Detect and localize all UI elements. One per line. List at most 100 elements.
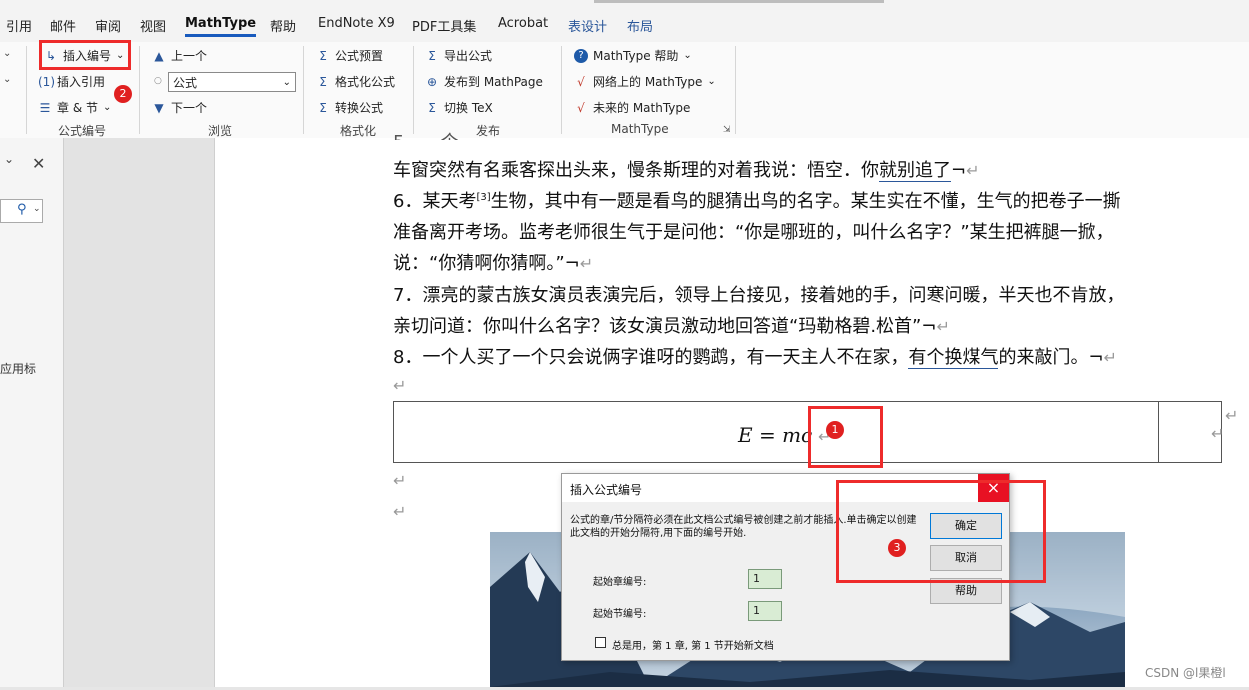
tab-review[interactable]: 审阅 — [95, 16, 121, 35]
next-label: 下一个 — [171, 101, 208, 115]
section-start-input[interactable]: 1 — [748, 601, 782, 621]
publish-mathpage-button[interactable]: ⊕ 发布到 MathPage — [425, 73, 543, 90]
chapter-section-label: 章 & 节 — [57, 101, 98, 115]
watermark: CSDN @l果橙l — [1145, 666, 1226, 680]
group-separator — [139, 46, 140, 134]
text-line: 准备离开考场。监考老师很生气于是问他：“你是哪班的，叫什么名字？”某生把裤腿一掀… — [393, 222, 1114, 243]
text-segment: 8．一个人买了一个只会说俩字谁呀的鹦鹉，有一天主人不在家， — [393, 347, 909, 368]
equation-preset-button[interactable]: Σ 公式预置 — [316, 47, 383, 64]
group-label-format: 格式化 — [340, 124, 377, 138]
close-icon[interactable]: ✕ — [32, 154, 45, 173]
tab-mathtype[interactable]: MathType — [185, 16, 257, 37]
tab-view[interactable]: 视图 — [140, 16, 166, 35]
group-separator — [735, 46, 736, 134]
paragraph-mark: ↵ — [1211, 424, 1225, 443]
toggle-tex-button[interactable]: Σ 切换 TeX — [425, 99, 493, 116]
mathtype-future-label: 未来的 MathType — [593, 101, 691, 115]
chevron-down-icon[interactable]: ⌄ — [3, 74, 11, 85]
equation-object[interactable]: E = mc — [738, 423, 812, 447]
mathtype-help-button[interactable]: ? MathType 帮助 ⌄ — [574, 47, 692, 64]
paragraph-mark: ↵ — [1103, 348, 1117, 367]
tab-pdf-tools[interactable]: PDF工具集 — [412, 16, 476, 35]
mathtype-web-icon: √ — [577, 74, 585, 89]
left-pane-partial-text: 应用标 — [0, 362, 37, 376]
mathtype-web-button[interactable]: √ 网络上的 MathType ⌄ — [574, 73, 716, 90]
format-equation-button[interactable]: Σ 格式化公式 — [316, 73, 395, 90]
dialog-title: 插入公式编号 — [570, 483, 643, 497]
tab-mailings[interactable]: 邮件 — [50, 16, 76, 35]
text-line: 说：“你猜啊你猜啊。”¬↵ — [393, 249, 593, 275]
chevron-down-icon[interactable]: ⌄ — [4, 152, 14, 166]
convert-equation-button[interactable]: Σ 转换公式 — [316, 99, 383, 116]
chapter-start-label: 起始章编号: — [593, 577, 647, 588]
step-badge-1: 1 — [826, 421, 844, 439]
chevron-down-icon: ⌄ — [33, 204, 41, 214]
previous-label: 上一个 — [171, 49, 208, 63]
group-separator — [26, 46, 27, 134]
chapter-section-button[interactable]: ☰ 章 & 节 ⌄ — [38, 99, 112, 116]
group-separator — [303, 46, 304, 134]
arrow-up-icon: ▲ — [154, 48, 164, 63]
format-equation-label: 格式化公式 — [335, 75, 396, 89]
text-line: 8．一个人买了一个只会说俩字谁呀的鹦鹉，有一天主人不在家，有个换煤气的来敲门。¬… — [393, 343, 1117, 369]
mathtype-help-label: MathType 帮助 — [593, 49, 679, 63]
equation-preset-label: 公式预置 — [335, 49, 384, 63]
sigma-icon: Σ — [319, 48, 327, 63]
insert-reference-icon: (1) — [38, 74, 55, 89]
always-use-checkbox[interactable] — [595, 637, 606, 648]
insert-reference-button[interactable]: (1) 插入引用 — [38, 73, 105, 90]
chapter-start-input[interactable]: 1 — [748, 569, 782, 589]
partial-text-line: 5．一个一一一一一一一一一一一一一一一一一一一一一一一 — [393, 128, 872, 140]
step-badge-3: 3 — [888, 539, 906, 557]
tab-references[interactable]: 引用 — [6, 16, 32, 35]
paragraph-mark: ↵ — [393, 376, 407, 395]
globe-icon: ⊕ — [426, 74, 438, 89]
text-segment: 说：“你猜啊你猜啊。”¬ — [393, 253, 580, 274]
sigma-icon: Σ — [319, 74, 327, 89]
browse-type-select[interactable]: 公式 ⌄ — [168, 72, 296, 92]
text-line: 车窗突然有名乘客探出头来，慢条斯理的对着我说：悟空．你就别追了¬↵ — [393, 156, 980, 182]
footnote-ref[interactable]: [3] — [476, 192, 490, 203]
chevron-down-icon: ⌄ — [707, 76, 716, 87]
tex-icon: Σ — [428, 100, 436, 115]
document-margin — [64, 138, 214, 687]
text-line: 亲切问道：你叫什么名字？该女演员激动地回答道“玛勒格碧.松首”¬↵ — [393, 312, 950, 338]
tab-endnote[interactable]: EndNote X9 — [318, 16, 395, 31]
hyperlink-text[interactable]: 就别追了 — [879, 160, 951, 182]
next-button[interactable]: ▼ 下一个 — [152, 99, 207, 116]
group-label-browse: 浏览 — [208, 124, 233, 138]
export-equation-button[interactable]: Σ 导出公式 — [425, 47, 492, 64]
tab-layout[interactable]: 布局 — [627, 16, 653, 35]
paragraph-mark: ↵ — [393, 471, 407, 490]
mathtype-future-button[interactable]: √ 未来的 MathType — [574, 99, 690, 116]
text-segment: 的来敲门。¬ — [998, 347, 1104, 368]
navigation-pane: ⌄ ✕ ⚲ ⌄ 应用标 — [0, 138, 64, 687]
chevron-down-icon: ⌄ — [103, 102, 112, 113]
radio-dot-icon: ○ — [154, 76, 162, 86]
top-scroll-indicator — [594, 0, 884, 3]
chevron-down-icon: ⌄ — [683, 50, 692, 61]
chevron-down-icon[interactable]: ⌄ — [3, 48, 11, 59]
chevron-down-icon: ⌄ — [282, 77, 291, 88]
hyperlink-text[interactable]: 有个换煤气 — [908, 347, 999, 369]
arrow-down-icon: ▼ — [154, 100, 164, 115]
mathtype-future-icon: √ — [577, 100, 585, 115]
search-icon: ⚲ — [17, 202, 27, 217]
previous-button[interactable]: ▲ 上一个 — [152, 47, 207, 64]
text-segment: 车窗突然有名乘客探出头来，慢条斯理的对着我说：悟空．你 — [393, 160, 879, 181]
list-icon: ☰ — [39, 100, 51, 115]
tab-acrobat[interactable]: Acrobat — [498, 16, 548, 31]
search-input[interactable]: ⚲ ⌄ — [0, 199, 43, 223]
always-use-label: 总是用，第 1 章, 第 1 节开始新文档 — [612, 641, 774, 652]
toggle-tex-label: 切换 TeX — [444, 101, 493, 115]
highlight-box-insert-number — [39, 40, 131, 70]
text-line: 6．某天考[3]生物，其中有一题是看鸟的腿猜出鸟的名字。某生实在不懂，生气的把卷… — [393, 187, 1121, 213]
ribbon-tab-bar: 引用 邮件 审阅 视图 MathType 帮助 EndNote X9 PDF工具… — [0, 0, 1249, 42]
table-cell-divider — [1158, 401, 1159, 463]
tab-table-design[interactable]: 表设计 — [568, 16, 607, 35]
convert-equation-label: 转换公式 — [335, 101, 384, 115]
paragraph-mark: ↵ — [1225, 406, 1239, 425]
tab-help[interactable]: 帮助 — [270, 16, 296, 35]
text-segment: 6．某天考 — [393, 191, 477, 212]
text-segment: 亲切问道：你叫什么名字？该女演员激动地回答道“玛勒格碧.松首”¬ — [393, 316, 937, 337]
